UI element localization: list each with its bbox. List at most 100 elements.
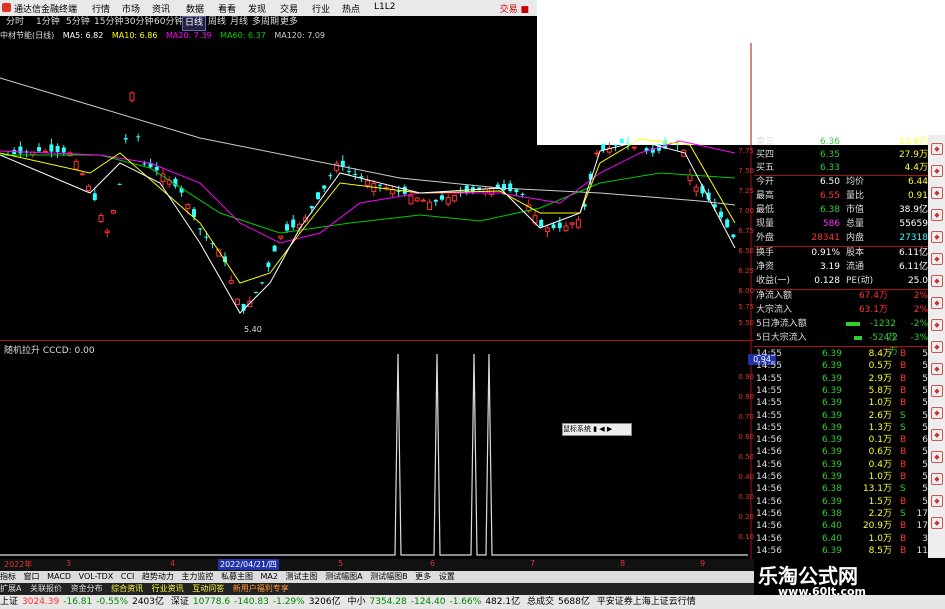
tick-row: 14:56 6.38 13.1万 S 5 <box>756 484 928 495</box>
candle <box>79 173 85 176</box>
menu-markets[interactable]: 市场 <box>122 2 140 15</box>
tab[interactable]: 关联报价 <box>30 584 62 593</box>
tab[interactable]: CCI <box>121 572 135 581</box>
menu-market[interactable]: 行情 <box>92 2 110 15</box>
tool-icon[interactable]: ◆ <box>931 517 943 529</box>
mouse-popup[interactable]: 鼠标系统 ▮ ◀ ▶ <box>562 423 632 436</box>
tab[interactable]: 扩展A <box>0 584 21 593</box>
tool-icon[interactable]: ◆ <box>931 275 943 287</box>
flow-row: 大宗流入 63.1万 2% <box>756 305 928 315</box>
menu-industry[interactable]: 行业 <box>312 2 330 15</box>
tool-icon[interactable]: ◆ <box>931 297 943 309</box>
tab[interactable]: 新用户福利专享 <box>233 584 289 593</box>
tab[interactable]: 指标 <box>0 572 16 581</box>
tab[interactable]: 综合资讯 <box>111 584 143 593</box>
tool-icon[interactable]: ◆ <box>931 363 943 375</box>
candle <box>18 146 23 154</box>
menu-look[interactable]: 看看 <box>218 2 236 15</box>
menu-data[interactable]: 数据 <box>186 2 204 15</box>
tick-row: 14:56 6.39 1.5万 B 5 <box>756 496 928 507</box>
tab[interactable]: 趋势动力 <box>142 572 174 581</box>
candle <box>693 186 699 192</box>
tool-icon[interactable]: ◆ <box>931 473 943 485</box>
tick-list[interactable]: 14:55 6.39 8.4万 B 5 14:55 6.39 0.5万 B 5 14:55 6.39 2… <box>754 348 928 563</box>
tool-icon[interactable]: ◆ <box>931 187 943 199</box>
period-1min[interactable]: 1分钟 <box>34 16 62 29</box>
tab[interactable]: 更多 <box>415 572 431 581</box>
candle <box>365 180 371 186</box>
indicator-axis: 0.90 0.80 0.70 0.60 0.50 0.40 0.30 0.20 … <box>730 341 754 559</box>
app-title: 通达信金融终端 <box>14 5 78 15</box>
tick-row: 14:56 6.39 1.0万 B 5 <box>756 472 928 482</box>
candle <box>254 291 258 293</box>
tick-row: 14:56 6.40 20.9万 B 17 <box>756 521 928 532</box>
tab[interactable]: 互动问答 <box>192 584 224 593</box>
tool-icon[interactable]: ◆ <box>931 253 943 265</box>
tick-row: 14:55 6.39 0.5万 B 5 <box>756 361 928 372</box>
period-fenshi[interactable]: 分时 <box>4 16 26 29</box>
stat-row: 最高 6.55 量比 0.91 <box>756 191 928 201</box>
tab[interactable]: 设置 <box>439 572 455 581</box>
period-5min[interactable]: 5分钟 <box>64 16 92 29</box>
tab[interactable]: 行业资讯 <box>152 584 184 593</box>
extension-tabs: 扩展A 关联报价 资金分布 综合资讯 行业资讯 互动问答 新用户福利专享 <box>0 583 754 595</box>
tab[interactable]: 窗口 <box>24 572 40 581</box>
trade-link[interactable]: 交易 ■ <box>500 2 529 15</box>
period-multi[interactable]: 多周期 <box>250 16 281 29</box>
menu-l1l2[interactable]: L1L2 <box>374 2 395 12</box>
tool-icon[interactable]: ◆ <box>931 429 943 441</box>
tool-icon[interactable]: ◆ <box>931 495 943 507</box>
period-15min[interactable]: 15分钟 <box>92 16 125 29</box>
tool-icon[interactable]: ◆ <box>931 165 943 177</box>
indicator-title: 随机拉升 CCCD: 0.00 <box>4 346 95 356</box>
tab[interactable]: 主力监控 <box>181 572 213 581</box>
tool-icon[interactable]: ◆ <box>931 407 943 419</box>
tool-icon[interactable]: ◆ <box>931 341 943 353</box>
tab[interactable]: 测试幅图A <box>325 572 362 581</box>
menu-discover[interactable]: 发现 <box>248 2 266 15</box>
candle <box>389 189 395 195</box>
indicator-chart[interactable] <box>0 341 754 559</box>
tool-icon[interactable]: ◆ <box>931 231 943 243</box>
candle <box>328 175 333 177</box>
candle <box>92 193 97 200</box>
candle <box>228 280 234 284</box>
tool-icon[interactable]: ◆ <box>931 385 943 397</box>
period-more[interactable]: 更多 <box>278 16 300 29</box>
tab[interactable]: 测试主图 <box>286 572 318 581</box>
tick-row: 14:56 6.39 0.1万 B 6 <box>756 435 928 446</box>
candlestick-chart[interactable]: 5.40 <box>0 43 754 341</box>
stat-row: 今开 6.50 均价 6.44 <box>756 177 928 187</box>
period-monthly[interactable]: 月线 <box>228 16 250 29</box>
candle <box>104 230 110 234</box>
axis-tick: 7.00 <box>738 207 754 215</box>
period-bar: 分时 1分钟 5分钟 15分钟 30分钟 60分钟 日线 周线 月线 多周期 更… <box>0 16 537 31</box>
tab[interactable]: MACD <box>47 572 71 581</box>
period-30min[interactable]: 30分钟 <box>122 16 155 29</box>
tab[interactable]: VOL-TDX <box>79 572 114 581</box>
ma-legend: 中材节能(日线) MA5: 6.82 MA10: 6.86 MA20: 7.39… <box>0 30 537 43</box>
tab[interactable]: MA2 <box>261 572 278 581</box>
candle <box>123 138 128 140</box>
candle <box>427 201 433 211</box>
candle <box>569 222 575 225</box>
candle <box>353 173 358 175</box>
tab[interactable]: 测试幅图B <box>370 572 408 581</box>
period-daily[interactable]: 日线 <box>182 16 207 31</box>
period-60min[interactable]: 60分钟 <box>152 16 185 29</box>
ma20-line <box>0 140 736 244</box>
tab[interactable]: 私募主图 <box>221 572 253 581</box>
menu-trade[interactable]: 交易 <box>280 2 298 15</box>
tick-row: 14:55 6.39 1.3万 S 5 <box>756 422 928 433</box>
period-weekly[interactable]: 周线 <box>206 16 228 29</box>
menu-hot[interactable]: 热点 <box>342 2 360 15</box>
candles-group <box>6 91 736 314</box>
order-row: 卖三 6.36 13.9万 <box>756 137 928 147</box>
tab[interactable]: 资金分布 <box>71 584 103 593</box>
candle <box>278 235 284 239</box>
tool-icon[interactable]: ◆ <box>931 319 943 331</box>
menu-news[interactable]: 资讯 <box>152 2 170 15</box>
tool-icon[interactable]: ◆ <box>931 143 943 155</box>
tool-icon[interactable]: ◆ <box>931 209 943 221</box>
tool-icon[interactable]: ◆ <box>931 451 943 463</box>
